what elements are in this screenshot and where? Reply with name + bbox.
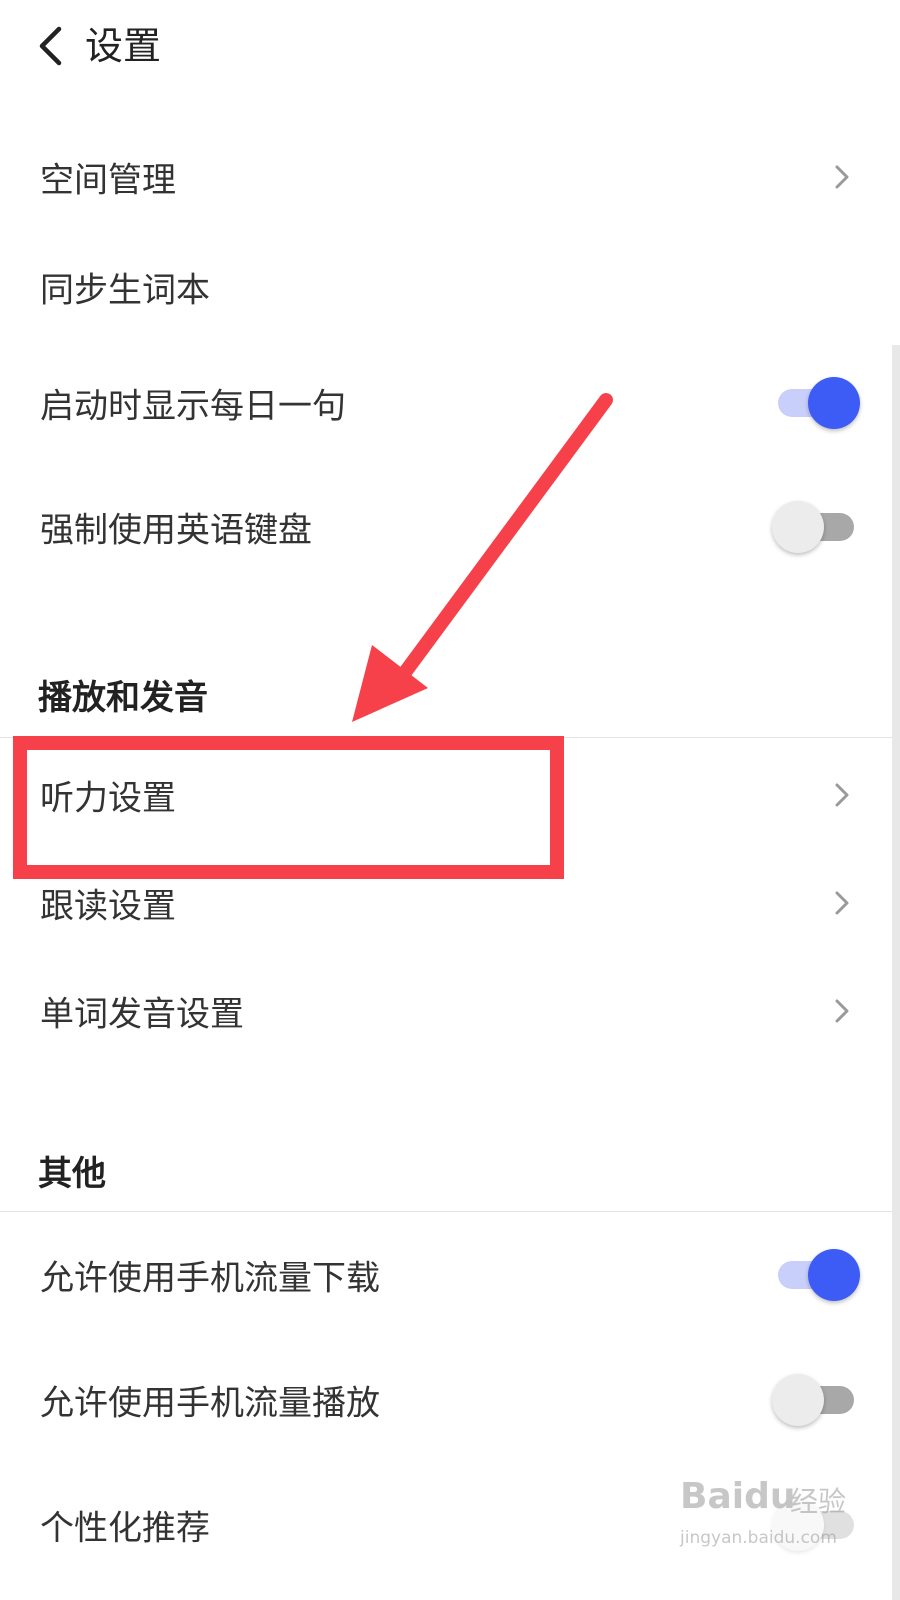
word-pronunciation-settings-item[interactable]: 单词发音设置 xyxy=(0,956,900,1066)
row-label: 跟读设置 xyxy=(40,886,176,927)
toggle-knob xyxy=(772,1374,824,1426)
section-title-other: 其他 xyxy=(38,1154,106,1194)
chevron-right-icon xyxy=(832,996,852,1026)
force-english-keyboard-toggle[interactable] xyxy=(772,501,856,553)
back-button[interactable] xyxy=(28,20,72,72)
row-label: 同步生词本 xyxy=(40,270,210,311)
daily-sentence-item: 启动时显示每日一句 xyxy=(0,348,900,458)
scrollbar[interactable] xyxy=(892,345,900,1600)
baidu-jingyan-watermark: Baidu 经验 jingyan.baidu.com xyxy=(680,1468,880,1568)
sync-wordbook-item[interactable]: 同步生词本 xyxy=(0,232,900,342)
chevron-right-icon xyxy=(832,162,852,192)
divider xyxy=(0,1211,900,1212)
row-label: 空间管理 xyxy=(40,160,176,201)
chevron-right-icon xyxy=(832,780,852,810)
mobile-data-download-toggle[interactable] xyxy=(776,1249,860,1301)
row-label: 启动时显示每日一句 xyxy=(40,386,346,427)
row-label: 强制使用英语键盘 xyxy=(40,510,312,551)
mobile-data-playback-item: 允许使用手机流量播放 xyxy=(0,1345,900,1455)
watermark-text: 经验 xyxy=(790,1485,847,1518)
watermark-url: jingyan.baidu.com xyxy=(680,1528,837,1548)
force-english-keyboard-item: 强制使用英语键盘 xyxy=(0,472,900,582)
page-title: 设置 xyxy=(85,24,162,68)
app-header: 设置 xyxy=(0,0,900,92)
row-label: 单词发音设置 xyxy=(40,994,244,1035)
mobile-data-playback-toggle[interactable] xyxy=(772,1374,856,1426)
chevron-left-icon xyxy=(39,26,62,66)
mobile-data-download-item: 允许使用手机流量下载 xyxy=(0,1220,900,1330)
toggle-knob xyxy=(808,377,860,429)
space-management-item[interactable]: 空间管理 xyxy=(0,122,900,232)
chevron-right-icon xyxy=(832,888,852,918)
annotation-highlight-box xyxy=(13,736,564,879)
daily-sentence-toggle[interactable] xyxy=(776,377,860,429)
row-label: 允许使用手机流量下载 xyxy=(40,1258,380,1299)
row-label: 允许使用手机流量播放 xyxy=(40,1383,380,1424)
section-title-playback: 播放和发音 xyxy=(38,678,208,718)
toggle-knob xyxy=(772,501,824,553)
toggle-knob xyxy=(808,1249,860,1301)
row-label: 个性化推荐 xyxy=(40,1508,210,1549)
watermark-logo: Baidu xyxy=(680,1476,796,1517)
